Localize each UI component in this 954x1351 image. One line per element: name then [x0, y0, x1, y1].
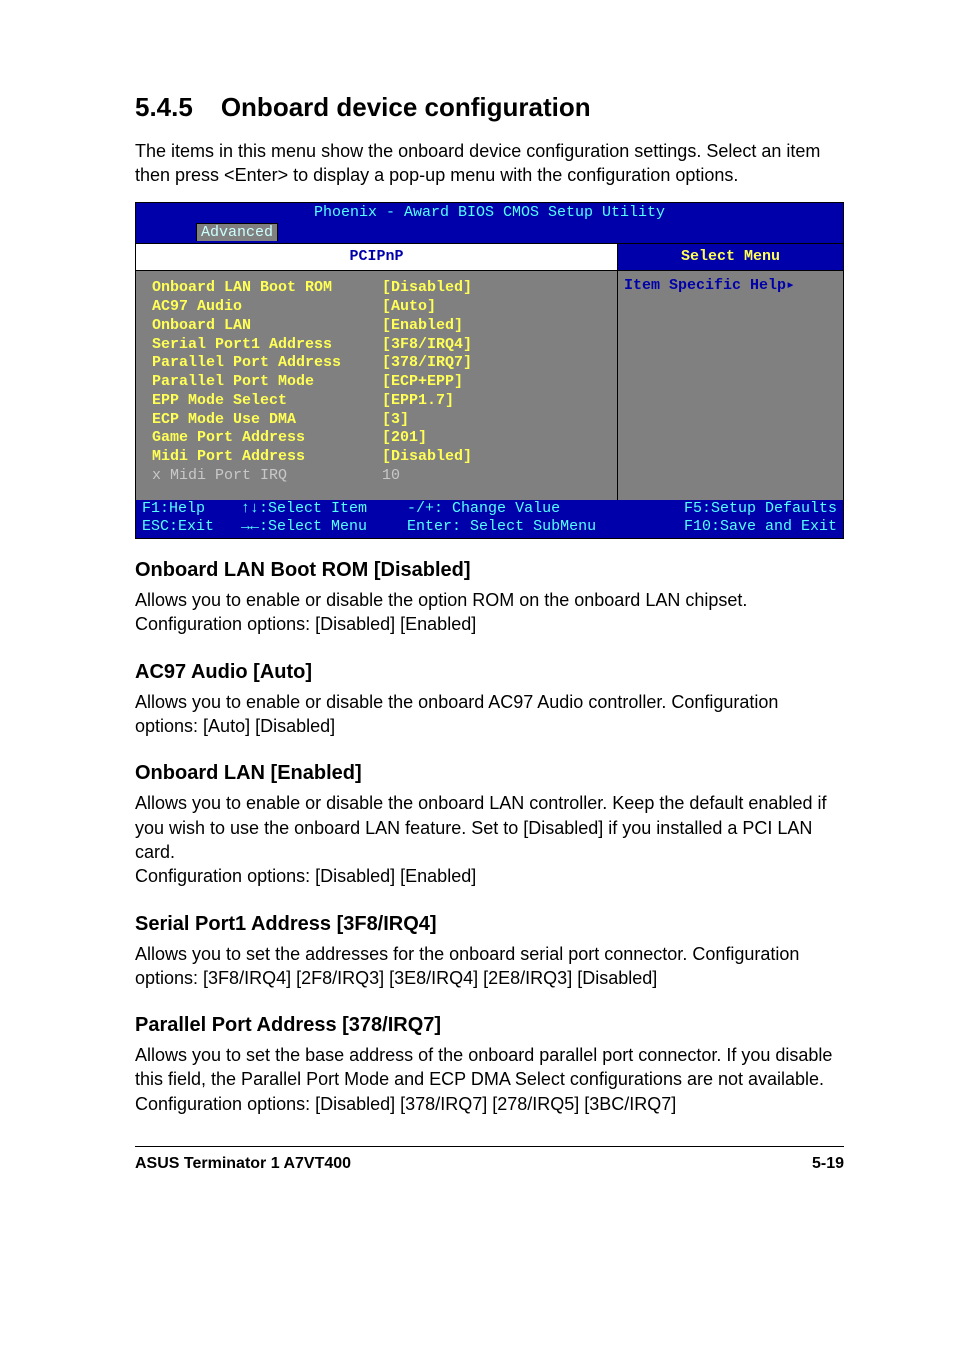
bios-item-label: EPP Mode Select — [152, 392, 382, 411]
bios-header-row: PCIPnP Select Menu — [136, 243, 843, 272]
bios-item-label: Onboard LAN Boot ROM — [152, 279, 382, 298]
bios-item-value: [3] — [382, 411, 409, 430]
bios-screenshot: Phoenix - Award BIOS CMOS Setup Utility … — [135, 202, 844, 540]
bios-item-value: [378/IRQ7] — [382, 354, 472, 373]
bios-item-list: Onboard LAN Boot ROM[Disabled]AC97 Audio… — [136, 271, 618, 499]
chevron-right-icon — [786, 277, 795, 294]
bios-body: Onboard LAN Boot ROM[Disabled]AC97 Audio… — [136, 271, 843, 499]
subsection-heading: Serial Port1 Address [3F8/IRQ4] — [135, 911, 844, 938]
bios-item-label: x Midi Port IRQ — [152, 467, 382, 486]
bios-panel-title: PCIPnP — [136, 244, 618, 271]
bios-item-value: [Disabled] — [382, 448, 472, 467]
bios-item-value: [201] — [382, 429, 427, 448]
subsection-body: Allows you to enable or disable the onbo… — [135, 791, 844, 888]
bios-item-value: [Auto] — [382, 298, 436, 317]
bios-item-row[interactable]: ECP Mode Use DMA[3] — [152, 411, 605, 430]
bios-item-label: Game Port Address — [152, 429, 382, 448]
page-footer: ASUS Terminator 1 A7VT400 5-19 — [135, 1146, 844, 1175]
bios-item-row[interactable]: Serial Port1 Address[3F8/IRQ4] — [152, 336, 605, 355]
bios-title: Phoenix - Award BIOS CMOS Setup Utility — [136, 203, 843, 223]
subsection-heading: Parallel Port Address [378/IRQ7] — [135, 1012, 844, 1039]
subsection-body: Allows you to enable or disable the opti… — [135, 588, 844, 637]
bios-footer-keys-mid: -/+: Change Value Enter: Select SubMenu — [407, 500, 596, 538]
subsection-body: Allows you to set the base address of th… — [135, 1043, 844, 1116]
subsection-body: Allows you to set the addresses for the … — [135, 942, 844, 991]
bios-item-value: [EPP1.7] — [382, 392, 454, 411]
bios-item-label: AC97 Audio — [152, 298, 382, 317]
bios-item-row[interactable]: Onboard LAN[Enabled] — [152, 317, 605, 336]
subsection-heading: Onboard LAN [Enabled] — [135, 760, 844, 787]
bios-item-label: Midi Port Address — [152, 448, 382, 467]
footer-product: ASUS Terminator 1 A7VT400 — [135, 1153, 351, 1175]
bios-item-label: Serial Port1 Address — [152, 336, 382, 355]
bios-item-row[interactable]: Onboard LAN Boot ROM[Disabled] — [152, 279, 605, 298]
bios-item-row[interactable]: AC97 Audio[Auto] — [152, 298, 605, 317]
bios-item-row[interactable]: Game Port Address[201] — [152, 429, 605, 448]
bios-item-row[interactable]: Parallel Port Address[378/IRQ7] — [152, 354, 605, 373]
subsection-body: Allows you to enable or disable the onbo… — [135, 690, 844, 739]
bios-item-value: [Enabled] — [382, 317, 463, 336]
footer-page-number: 5-19 — [812, 1153, 844, 1175]
bios-help-title: Select Menu — [618, 244, 843, 271]
bios-item-label: Onboard LAN — [152, 317, 382, 336]
bios-item-value: [ECP+EPP] — [382, 373, 463, 392]
bios-footer-keys-left: F1:Help ↑↓:Select Item ESC:Exit →←:Selec… — [142, 500, 367, 538]
bios-tab-bar: Advanced — [136, 223, 843, 243]
bios-item-value: [3F8/IRQ4] — [382, 336, 472, 355]
subsection-heading: Onboard LAN Boot ROM [Disabled] — [135, 557, 844, 584]
bios-item-label: Parallel Port Mode — [152, 373, 382, 392]
bios-item-row[interactable]: Midi Port Address[Disabled] — [152, 448, 605, 467]
bios-tab-advanced[interactable]: Advanced — [196, 223, 278, 241]
bios-item-row[interactable]: EPP Mode Select[EPP1.7] — [152, 392, 605, 411]
bios-item-row: x Midi Port IRQ10 — [152, 467, 605, 486]
bios-item-label: ECP Mode Use DMA — [152, 411, 382, 430]
bios-item-row[interactable]: Parallel Port Mode[ECP+EPP] — [152, 373, 605, 392]
bios-item-value: [Disabled] — [382, 279, 472, 298]
bios-footer: F1:Help ↑↓:Select Item ESC:Exit →←:Selec… — [136, 500, 843, 539]
bios-footer-keys-right: F5:Setup Defaults F10:Save and Exit — [684, 500, 837, 538]
bios-help-text: Item Specific Help — [624, 277, 786, 294]
bios-item-label: Parallel Port Address — [152, 354, 382, 373]
bios-item-value: 10 — [382, 467, 400, 486]
subsection-heading: AC97 Audio [Auto] — [135, 659, 844, 686]
section-heading: 5.4.5 Onboard device configuration — [135, 90, 844, 125]
section-number: 5.4.5 — [135, 90, 193, 125]
section-title: Onboard device configuration — [221, 92, 591, 122]
bios-help-panel: Item Specific Help — [618, 271, 843, 499]
section-intro: The items in this menu show the onboard … — [135, 139, 844, 188]
